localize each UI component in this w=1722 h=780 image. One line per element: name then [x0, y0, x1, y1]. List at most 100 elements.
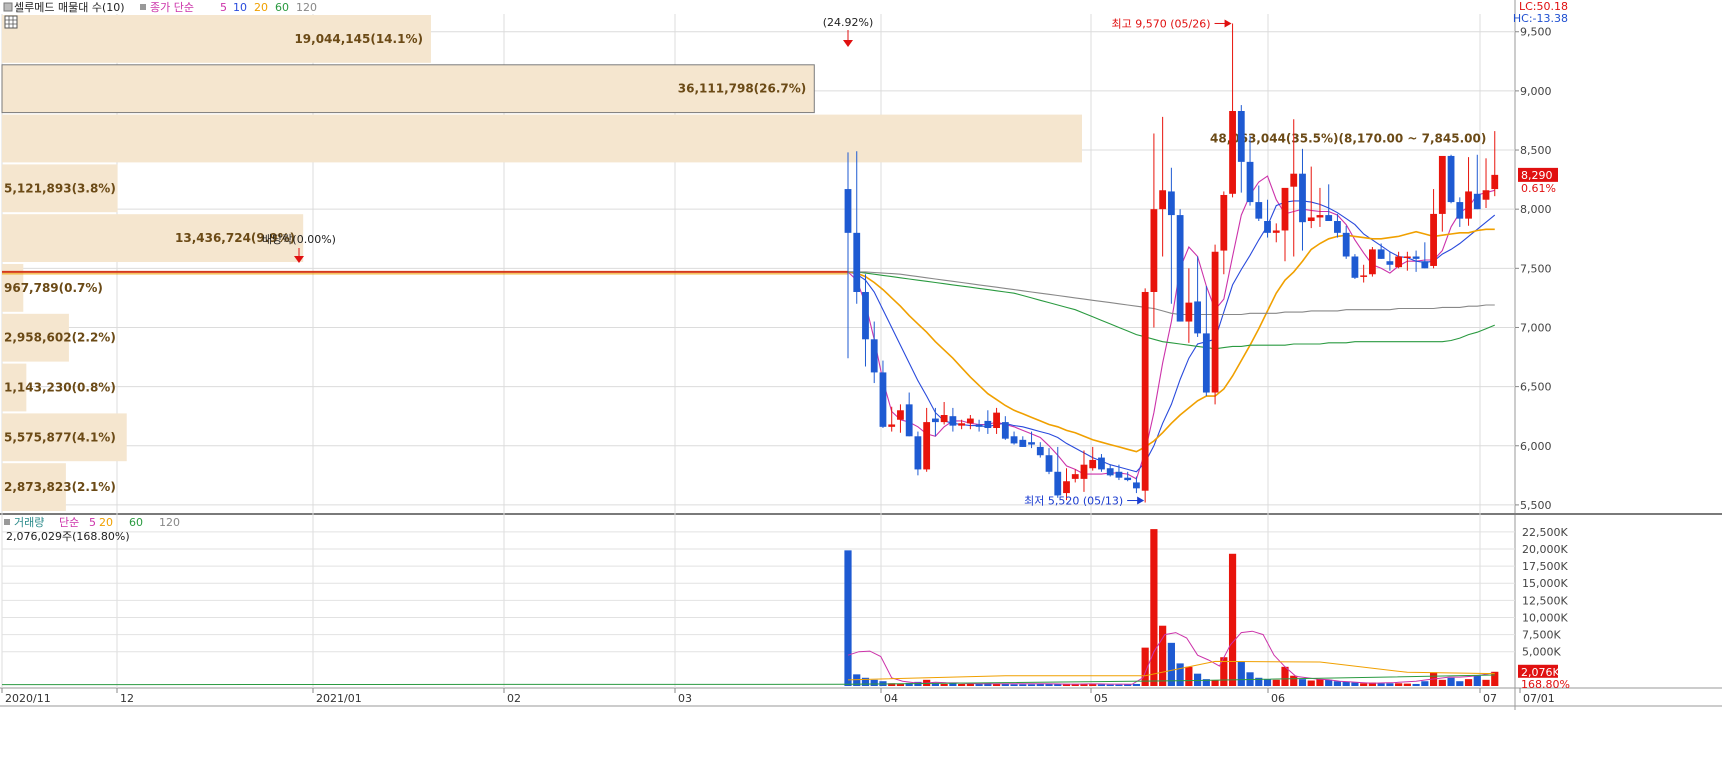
volume-bar[interactable]	[1228, 553, 1237, 686]
candle-body	[932, 418, 939, 423]
candle-body	[1045, 455, 1053, 472]
volume-legend-marker	[4, 519, 10, 525]
volume-bar[interactable]	[1272, 679, 1280, 686]
candle-body	[975, 424, 983, 427]
candle[interactable]	[1447, 154, 1455, 204]
volume-bar[interactable]	[1456, 681, 1464, 686]
volume-bar[interactable]	[1150, 529, 1158, 686]
volume-bar[interactable]	[1307, 680, 1315, 686]
candle[interactable]	[914, 431, 922, 476]
volume-bar[interactable]	[1333, 681, 1342, 686]
volume-bar[interactable]	[1263, 679, 1272, 686]
title-marker[interactable]	[3, 2, 13, 12]
candle[interactable]	[1141, 288, 1149, 503]
volume-bar[interactable]	[1027, 684, 1036, 686]
volume-profile-bar	[2, 114, 1082, 163]
candle-body	[1473, 193, 1481, 210]
volume-bar[interactable]	[844, 550, 852, 686]
volume-bar[interactable]	[940, 683, 948, 686]
volume-bar[interactable]	[1421, 681, 1429, 686]
candle-body	[1264, 221, 1271, 233]
volume-bar[interactable]	[1403, 683, 1411, 686]
volume-profile-label: 19,044,145(14.1%)	[294, 32, 423, 46]
volume-bar[interactable]	[1115, 684, 1123, 686]
volume-bar[interactable]	[1316, 679, 1324, 686]
volume-bar[interactable]	[1464, 679, 1473, 686]
volume-bar[interactable]	[1176, 663, 1184, 686]
volume-bar[interactable]	[1395, 683, 1403, 686]
volume-bar[interactable]	[1325, 679, 1333, 686]
candle-body	[1150, 209, 1158, 292]
candle-body	[1421, 261, 1429, 269]
candle[interactable]	[1176, 209, 1184, 322]
candle-body	[844, 189, 852, 233]
candle-body	[1412, 256, 1420, 259]
grid-settings-icon[interactable]	[4, 15, 18, 29]
volume-bar[interactable]	[1001, 683, 1009, 686]
candle-body	[1316, 215, 1324, 218]
candle-body	[1491, 174, 1499, 190]
candle[interactable]	[1369, 247, 1376, 277]
time-tick-label: 2021/01	[316, 692, 362, 705]
candle-body	[1089, 459, 1097, 469]
candle-body	[1403, 256, 1411, 258]
candle-body	[1063, 481, 1070, 494]
candle-body	[1211, 251, 1219, 393]
candle-body	[1360, 275, 1368, 277]
volume-bar[interactable]	[1377, 683, 1385, 686]
volume-bar[interactable]	[1281, 666, 1289, 686]
volume-legend-item: 20	[99, 516, 113, 529]
price-tick-label: 7,500	[1520, 262, 1552, 275]
volume-bar[interactable]	[1412, 683, 1420, 686]
high-annotation: 최고 9,570 (05/26)	[1112, 17, 1211, 30]
candle-body	[1159, 190, 1167, 210]
candle-body	[1290, 173, 1298, 187]
candle-body	[1220, 194, 1228, 251]
volume-bar[interactable]	[1386, 683, 1394, 686]
candle[interactable]	[1211, 244, 1219, 405]
candle-body	[1395, 256, 1403, 268]
volume-bar[interactable]	[1019, 684, 1027, 686]
volume-bar[interactable]	[1351, 682, 1359, 686]
volume-bar[interactable]	[1167, 642, 1175, 686]
candle-body	[923, 422, 931, 470]
volume-bar[interactable]	[1010, 684, 1018, 686]
candle-body	[1071, 474, 1079, 479]
legend-item: 60	[275, 1, 289, 14]
candle-body	[1325, 215, 1333, 222]
volume-bar[interactable]	[1185, 666, 1193, 686]
volume-bar[interactable]	[958, 683, 966, 686]
candle-body	[1272, 230, 1280, 233]
volume-bar[interactable]	[1482, 679, 1490, 686]
volume-bar[interactable]	[1298, 679, 1307, 686]
volume-bar[interactable]	[1473, 675, 1481, 686]
candle-body	[1202, 333, 1210, 393]
volume-bar[interactable]	[1342, 681, 1350, 686]
volume-bar[interactable]	[1360, 683, 1368, 686]
candle-body	[1167, 191, 1175, 216]
current-volume-change: 168.80%	[1521, 678, 1570, 691]
volume-bar[interactable]	[1097, 684, 1106, 686]
volume-bar[interactable]	[1237, 661, 1245, 686]
low-annotation: 최저 5,520 (05/13)	[1024, 495, 1123, 508]
volume-profile-label: 5,121,893(3.8%)	[4, 181, 116, 195]
volume-bar[interactable]	[966, 683, 974, 686]
candle-body	[1299, 173, 1306, 223]
volume-bar[interactable]	[1211, 680, 1219, 686]
price-tick-label: 5,500	[1520, 499, 1552, 512]
volume-profile-label: 36,111,798(26.7%)	[678, 82, 807, 96]
volume-bar[interactable]	[1194, 673, 1202, 686]
volume-bar[interactable]	[1438, 679, 1446, 686]
stock-chart[interactable]: 9,500 9,000 8,500 8,000 7,500 7,000 6,500 6,000…	[0, 0, 1722, 780]
volume-bar[interactable]	[1132, 683, 1141, 686]
volume-bar[interactable]	[1106, 684, 1114, 686]
volume-bar[interactable]	[870, 679, 878, 686]
time-tick-label: 05	[1094, 692, 1108, 705]
volume-bar[interactable]	[896, 683, 905, 686]
volume-bar[interactable]	[1447, 677, 1455, 686]
candle[interactable]	[1351, 254, 1359, 279]
time-tick-label: 06	[1271, 692, 1285, 705]
volume-bar[interactable]	[931, 683, 939, 686]
volume-bar[interactable]	[1290, 675, 1298, 686]
candle-body	[862, 291, 869, 340]
